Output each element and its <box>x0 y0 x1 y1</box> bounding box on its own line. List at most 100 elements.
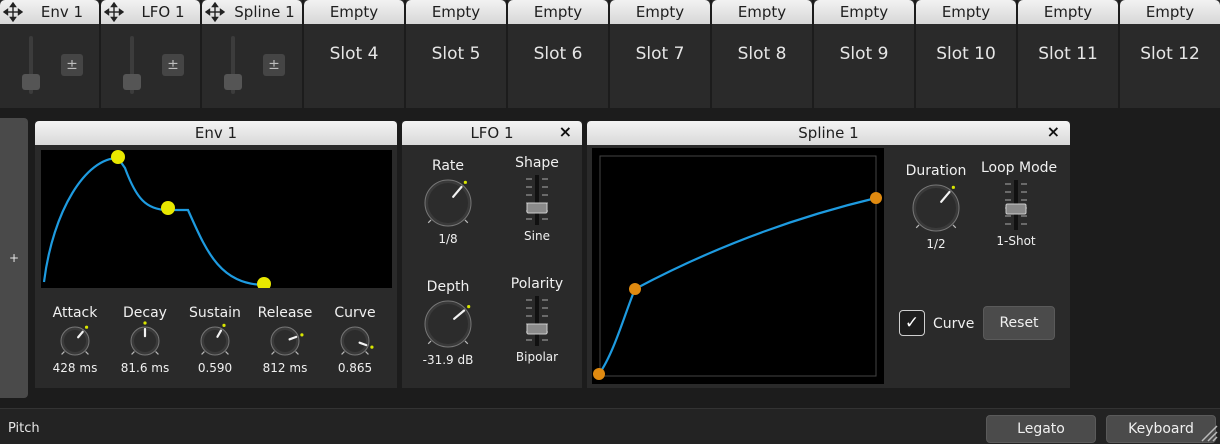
env-node-decay[interactable] <box>161 201 175 215</box>
slot-5-header[interactable]: Empty <box>406 0 506 24</box>
curve-checkbox-label: Curve <box>933 316 975 332</box>
slot-2[interactable]: LFO 1 ± <box>101 0 200 108</box>
polarity-control: Polarity Bipolar <box>502 276 572 364</box>
lfo-close-icon[interactable]: × <box>559 122 572 141</box>
depth-knob[interactable] <box>419 295 477 353</box>
duration-control: Duration 1/2 <box>892 163 980 251</box>
rate-value: 1/8 <box>438 232 458 246</box>
spline-node-middle[interactable] <box>629 283 641 295</box>
slot-9[interactable]: Empty Slot 9 <box>814 0 914 108</box>
spline-node-start[interactable] <box>593 368 605 380</box>
spline-graph[interactable] <box>592 148 884 384</box>
curve-checkbox[interactable]: ✓ <box>899 310 925 336</box>
loop-mode-fader[interactable] <box>981 176 1051 234</box>
lfo-panel-title: LFO 1 <box>470 124 514 142</box>
legato-button[interactable]: Legato <box>986 415 1096 443</box>
slot-12-header[interactable]: Empty <box>1120 0 1220 24</box>
fader-cap[interactable] <box>22 74 40 90</box>
slot-2-header[interactable]: LFO 1 <box>101 0 200 24</box>
spline-display[interactable] <box>592 148 884 384</box>
sustain-knob[interactable] <box>195 321 235 361</box>
fader-cap[interactable] <box>123 74 141 90</box>
slot-3-amount-fader[interactable] <box>222 36 244 94</box>
slot-7-header[interactable]: Empty <box>610 0 710 24</box>
spline-close-icon[interactable]: × <box>1047 122 1060 141</box>
shape-control: Shape Sine <box>502 155 572 243</box>
slot-12[interactable]: Empty Slot 12 <box>1120 0 1220 108</box>
slot-4[interactable]: Empty Slot 4 <box>304 0 404 108</box>
modulator-slot-bar: Env 1 ± LFO 1 ± Spline 1 ± Empty Slot 4 Empty Slo… <box>0 0 1220 108</box>
slot-5-title: Empty <box>431 3 481 21</box>
rate-control: Rate 1/8 <box>404 158 492 246</box>
add-modulator-button[interactable]: + <box>0 118 28 398</box>
slot-11[interactable]: Empty Slot 11 <box>1018 0 1118 108</box>
slot-1-header[interactable]: Env 1 <box>0 0 99 24</box>
resize-grip-icon[interactable] <box>1196 420 1218 442</box>
slot-5[interactable]: Empty Slot 5 <box>406 0 506 108</box>
slot-8-header[interactable]: Empty <box>712 0 812 24</box>
env-node-release[interactable] <box>257 277 271 291</box>
duration-knob[interactable] <box>907 179 965 237</box>
shape-fader[interactable] <box>502 171 572 229</box>
lfo-panel-header[interactable]: LFO 1 × <box>402 121 582 145</box>
spline-panel-header[interactable]: Spline 1 × <box>587 121 1070 145</box>
check-icon: ✓ <box>904 313 920 333</box>
envelope-graph[interactable] <box>41 150 392 291</box>
slot-6-title: Empty <box>533 3 583 21</box>
slot-8[interactable]: Empty Slot 8 <box>712 0 812 108</box>
slot-6-header[interactable]: Empty <box>508 0 608 24</box>
rate-knob[interactable] <box>419 174 477 232</box>
slot-7[interactable]: Empty Slot 7 <box>610 0 710 108</box>
slot-8-title: Empty <box>737 3 787 21</box>
polarity-label: Polarity <box>510 276 564 292</box>
curve-label: Curve <box>334 305 376 321</box>
reset-button[interactable]: Reset <box>983 306 1055 340</box>
decay-knob[interactable] <box>125 321 165 361</box>
env-panel-header[interactable]: Env 1 <box>35 121 397 145</box>
slot-3-title: Spline 1 <box>234 3 295 21</box>
depth-value: -31.9 dB <box>422 353 474 367</box>
slot-4-label: Slot 4 <box>329 44 379 64</box>
move-icon[interactable] <box>3 2 23 22</box>
slot-7-label: Slot 7 <box>635 44 685 64</box>
spline-curve <box>598 196 877 375</box>
shape-value: Sine <box>524 229 550 243</box>
sustain-label: Sustain <box>189 305 241 321</box>
slot-9-header[interactable]: Empty <box>814 0 914 24</box>
slot-2-bipolar-button[interactable]: ± <box>162 54 184 76</box>
slot-10-header[interactable]: Empty <box>916 0 1016 24</box>
slot-1-bipolar-button[interactable]: ± <box>61 54 83 76</box>
slot-6[interactable]: Empty Slot 6 <box>508 0 608 108</box>
attack-control: Attack 428 ms <box>40 305 110 375</box>
env-display[interactable] <box>41 150 392 291</box>
slot-1[interactable]: Env 1 ± <box>0 0 99 108</box>
duration-value: 1/2 <box>926 237 946 251</box>
slot-12-title: Empty <box>1145 3 1195 21</box>
move-icon[interactable] <box>104 2 124 22</box>
curve-control: Curve 0.865 <box>320 305 390 375</box>
slot-3-header[interactable]: Spline 1 <box>202 0 302 24</box>
env-node-attack[interactable] <box>111 150 125 164</box>
slot-10-title: Empty <box>941 3 991 21</box>
slot-6-label: Slot 6 <box>533 44 583 64</box>
slot-3[interactable]: Spline 1 ± <box>202 0 302 108</box>
slot-1-amount-fader[interactable] <box>20 36 42 94</box>
sustain-control: Sustain 0.590 <box>180 305 250 375</box>
slot-11-header[interactable]: Empty <box>1018 0 1118 24</box>
attack-knob[interactable] <box>55 321 95 361</box>
slot-4-title: Empty <box>329 3 379 21</box>
curve-knob[interactable] <box>335 321 375 361</box>
spline-node-end[interactable] <box>870 192 882 204</box>
depth-control: Depth -31.9 dB <box>404 279 492 367</box>
slot-3-bipolar-button[interactable]: ± <box>263 54 285 76</box>
curve-value: 0.865 <box>337 361 373 375</box>
release-knob[interactable] <box>265 321 305 361</box>
move-icon[interactable] <box>205 2 225 22</box>
slot-2-title: LFO 1 <box>141 3 185 21</box>
slot-2-amount-fader[interactable] <box>121 36 143 94</box>
polarity-fader[interactable] <box>502 292 572 350</box>
slot-4-header[interactable]: Empty <box>304 0 404 24</box>
fader-cap[interactable] <box>224 74 242 90</box>
slot-7-title: Empty <box>635 3 685 21</box>
slot-10[interactable]: Empty Slot 10 <box>916 0 1016 108</box>
